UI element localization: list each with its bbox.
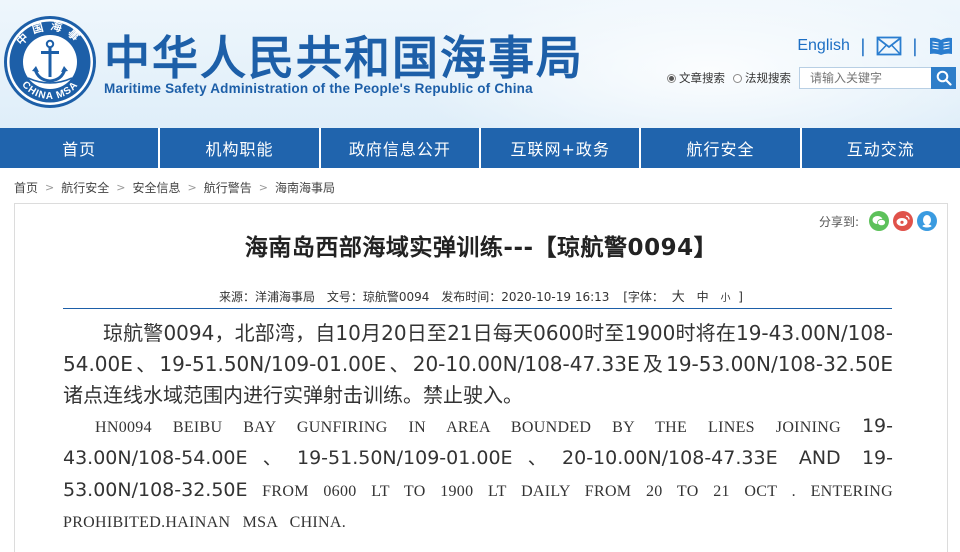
share-label: 分享到: (818, 214, 859, 229)
site-title-chinese: 中华人民共和国海事局 (104, 31, 584, 85)
breadcrumb-navigation-safety[interactable]: 航行安全 (61, 179, 109, 196)
page: 中国海事 CHINA MSA 中华人民共和国海事局 Maritime Safet… (0, 0, 960, 552)
breadcrumb-separator: > (258, 180, 268, 194)
search-icon (936, 70, 952, 86)
font-size-small[interactable]: 小 (720, 293, 730, 304)
english-link[interactable]: English (797, 37, 849, 55)
book-icon[interactable] (928, 36, 954, 56)
radio-law-search[interactable]: 法规搜索 (733, 70, 791, 86)
font-label-open: [字体： (623, 290, 664, 304)
search-bar: 文章搜索 法规搜索 (667, 67, 956, 89)
breadcrumb-separator: > (187, 180, 197, 194)
article-meta: 来源：洋浦海事局 文号：琼航警0094 发布时间：2020-10-19 16:1… (15, 286, 947, 305)
font-label-close: ] (738, 290, 743, 304)
article-paragraph-english: HN0094 BEIBU BAY GUNFIRING IN AREA BOUND… (63, 411, 893, 538)
article-title: 海南岛西部海域实弹训练---【琼航警0094】 (244, 235, 718, 261)
english-text-part-1: HN0094 BEIBU BAY GUNFIRING IN AREA BOUND… (95, 419, 862, 436)
top-links: English | | (797, 34, 954, 58)
meta-doc-number: 文号：琼航警0094 (326, 290, 430, 304)
breadcrumb-safety-info[interactable]: 安全信息 (132, 179, 180, 196)
site-title-english: Maritime Safety Administration of the Pe… (104, 81, 533, 96)
breadcrumb-hainan-msa: 海南海事局 (274, 180, 335, 195)
search-button[interactable] (931, 67, 956, 89)
radio-dot-selected (667, 73, 676, 83)
meta-divider (63, 308, 892, 309)
meta-publish-time: 发布时间：2020-10-19 16:13 (441, 290, 610, 304)
breadcrumb-separator: > (45, 180, 55, 194)
nav-item-interaction[interactable]: 互动交流 (801, 128, 960, 168)
radio-article-search[interactable]: 文章搜索 (667, 70, 725, 86)
font-size-large[interactable]: 大 (672, 290, 685, 305)
site-header: 中国海事 CHINA MSA 中华人民共和国海事局 Maritime Safet… (0, 0, 960, 128)
font-size-medium[interactable]: 中 (697, 290, 709, 304)
article-body: 琼航警0094，北部湾，自10月20日至21日每天0600时至1900时将在19… (63, 318, 893, 538)
nav-item-navigation-safety[interactable]: 航行安全 (641, 128, 802, 168)
china-msa-logo[interactable]: 中国海事 CHINA MSA (2, 14, 98, 110)
radio-law-search-label: 法规搜索 (745, 71, 791, 85)
breadcrumb-nav-warnings[interactable]: 航行警告 (204, 179, 252, 196)
radio-dot (733, 73, 742, 83)
search-input[interactable] (799, 67, 931, 89)
main-nav: 首页 机构职能 政府信息公开 互联网+政务 航行安全 互动交流 (0, 128, 960, 168)
meta-source: 来源：洋浦海事局 (219, 290, 316, 304)
top-separator: | (859, 35, 866, 57)
breadcrumb: 首页 > 航行安全 > 安全信息 > 航行警告 > 海南海事局 (14, 178, 335, 196)
mail-icon[interactable] (876, 36, 902, 56)
nav-item-internet-gov[interactable]: 互联网+政务 (480, 128, 642, 168)
meta-font-size-control: [字体： 大 中 小 ] (623, 290, 743, 305)
nav-item-functions[interactable]: 机构职能 (160, 128, 321, 168)
article-paragraph-chinese: 琼航警0094，北部湾，自10月20日至21日每天0600时至1900时将在19… (63, 321, 893, 407)
breadcrumb-home[interactable]: 首页 (14, 179, 38, 196)
article-container: 分享到: 海南岛西部海域实弹训练---【琼航警0094】 来源：洋浦海事局 文号… (14, 203, 948, 552)
breadcrumb-separator: > (116, 180, 126, 194)
top-separator-2: | (911, 35, 918, 57)
anchor-emblem-icon: 中国海事 CHINA MSA (4, 16, 96, 108)
nav-item-home[interactable]: 首页 (0, 128, 161, 168)
radio-article-search-label: 文章搜索 (679, 71, 725, 85)
nav-item-gov-info[interactable]: 政府信息公开 (320, 128, 481, 168)
